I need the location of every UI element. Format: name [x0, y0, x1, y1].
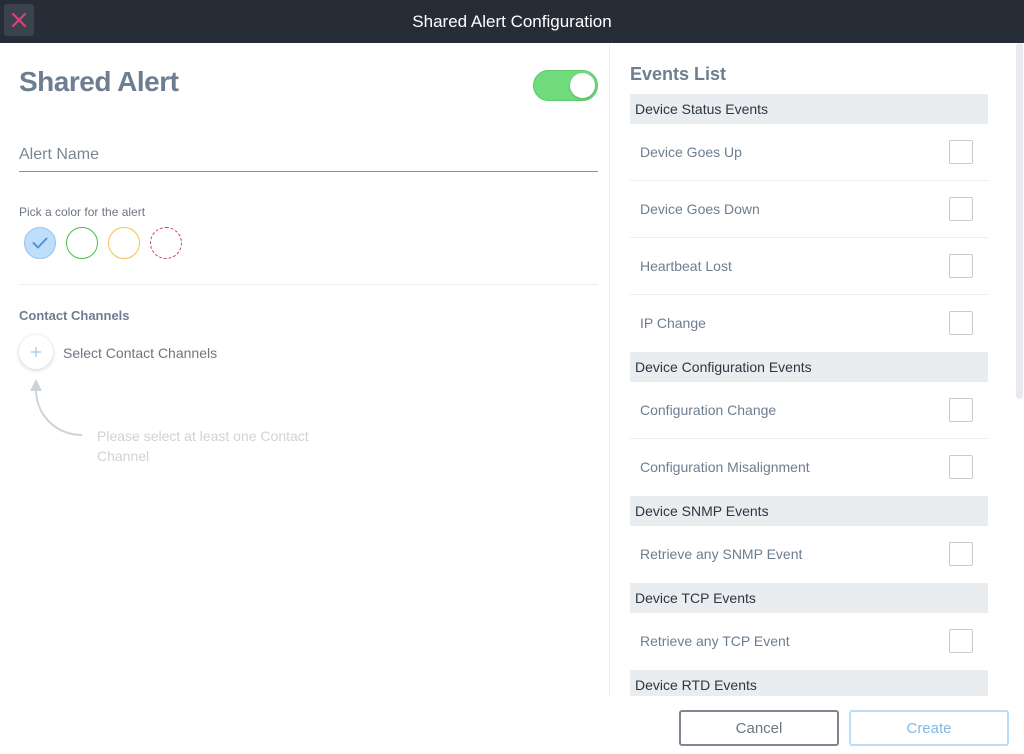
color-picker-label: Pick a color for the alert	[19, 205, 146, 219]
event-row[interactable]: Device Goes Down	[630, 181, 988, 238]
shared-alert-toggle[interactable]	[533, 70, 598, 101]
event-checkbox[interactable]	[949, 398, 973, 422]
color-swatch-green[interactable]	[66, 227, 98, 259]
event-row[interactable]: Configuration Misalignment	[630, 439, 988, 496]
event-row[interactable]: Device Goes Up	[630, 124, 988, 181]
event-checkbox[interactable]	[949, 197, 973, 221]
event-row[interactable]: Retrieve any SNMP Event	[630, 526, 988, 583]
contact-channels-label: Contact Channels	[19, 308, 130, 323]
color-swatch-blue[interactable]	[24, 227, 56, 259]
event-row[interactable]: Retrieve any TCP Event	[630, 613, 988, 670]
checkmark-icon	[32, 237, 48, 249]
event-label: IP Change	[640, 315, 706, 331]
event-category-header: Device SNMP Events	[630, 496, 988, 526]
event-checkbox[interactable]	[949, 542, 973, 566]
events-scrollbar[interactable]	[1016, 43, 1023, 399]
event-checkbox[interactable]	[949, 254, 973, 278]
title-bar: Shared Alert Configuration	[0, 0, 1024, 43]
event-label: Heartbeat Lost	[640, 258, 732, 274]
event-label: Device Goes Up	[640, 144, 742, 160]
contact-channel-hint: Please select at least one Contact Chann…	[97, 428, 309, 464]
event-label: Configuration Change	[640, 402, 777, 418]
event-checkbox[interactable]	[949, 629, 973, 653]
window-title: Shared Alert Configuration	[412, 12, 612, 31]
event-label: Retrieve any SNMP Event	[640, 546, 803, 562]
alert-name-field[interactable]	[19, 138, 598, 172]
event-checkbox[interactable]	[949, 140, 973, 164]
event-label: Configuration Misalignment	[640, 459, 810, 475]
page-title: Shared Alert	[19, 66, 179, 97]
color-swatch-yellow[interactable]	[108, 227, 140, 259]
event-category-header: Device TCP Events	[630, 583, 988, 613]
toggle-knob	[570, 73, 595, 98]
select-contact-channels-link[interactable]: Select Contact Channels	[63, 345, 217, 361]
event-row[interactable]: IP Change	[630, 295, 988, 352]
add-contact-channel-button[interactable]	[19, 335, 53, 369]
hint-arrow-icon	[30, 379, 83, 436]
events-pane: Events List Device Status Events Device G…	[609, 43, 1024, 696]
dialog-footer: Cancel Create	[0, 696, 1024, 754]
events-list: Device Status Events Device Goes Up Device…	[630, 94, 988, 696]
event-label: Device Goes Down	[640, 201, 760, 217]
alert-settings-pane: Shared Alert Pick a color for the alert …	[0, 43, 608, 754]
events-list-title: Events List	[630, 64, 727, 84]
event-row[interactable]: Heartbeat Lost	[630, 238, 988, 295]
plus-icon	[31, 347, 41, 357]
event-category-header: Device Status Events	[630, 94, 988, 124]
event-label: Retrieve any TCP Event	[640, 633, 790, 649]
event-category-header: Device RTD Events	[630, 670, 988, 696]
event-category-header: Device Configuration Events	[630, 352, 988, 382]
section-divider	[19, 284, 598, 285]
cancel-button[interactable]: Cancel	[679, 710, 839, 746]
event-row[interactable]: Configuration Change	[630, 382, 988, 439]
event-checkbox[interactable]	[949, 455, 973, 479]
create-button[interactable]: Create	[849, 710, 1009, 746]
color-swatch-pink[interactable]	[150, 227, 182, 259]
event-checkbox[interactable]	[949, 311, 973, 335]
